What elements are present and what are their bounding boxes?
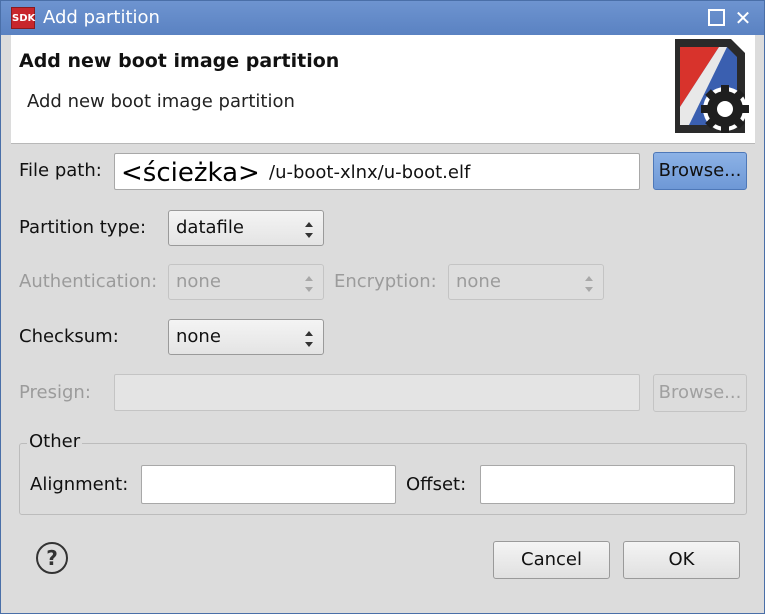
header-banner: Add new boot image partition Add new boo… xyxy=(11,35,755,143)
title-bar[interactable]: SDK Add partition ✕ xyxy=(1,1,764,35)
authentication-value: none xyxy=(176,271,221,292)
checksum-value: none xyxy=(176,326,221,347)
updown-arrows-icon xyxy=(304,218,314,238)
window-title: Add partition xyxy=(43,7,160,28)
alignment-label: Alignment: xyxy=(30,474,129,495)
encryption-label: Encryption: xyxy=(334,271,437,292)
updown-arrows-icon xyxy=(304,327,314,347)
path-placeholder-overlay: <ścieżka> xyxy=(121,158,260,188)
file-path-browse-button[interactable]: Browse... xyxy=(653,152,747,190)
sd-card-gear-icon xyxy=(675,39,749,133)
updown-arrows-icon xyxy=(304,272,314,292)
partition-type-select[interactable]: datafile xyxy=(168,210,324,246)
banner-title: Add new boot image partition xyxy=(19,50,340,72)
maximize-icon[interactable] xyxy=(708,9,725,26)
checksum-label: Checksum: xyxy=(19,326,119,347)
encryption-select[interactable]: none xyxy=(448,264,604,300)
authentication-label: Authentication: xyxy=(19,271,158,292)
checksum-select[interactable]: none xyxy=(168,319,324,355)
help-icon[interactable]: ? xyxy=(36,542,68,574)
alignment-input[interactable] xyxy=(141,465,396,504)
close-icon[interactable]: ✕ xyxy=(734,8,752,28)
ok-button[interactable]: OK xyxy=(623,541,740,579)
offset-label: Offset: xyxy=(406,474,467,495)
add-partition-dialog: SDK Add partition ✕ Add new boot image p… xyxy=(0,0,765,614)
cancel-button[interactable]: Cancel xyxy=(493,541,610,579)
encryption-value: none xyxy=(456,271,501,292)
partition-type-value: datafile xyxy=(176,217,244,238)
updown-arrows-icon xyxy=(584,272,594,292)
offset-input[interactable] xyxy=(480,465,735,504)
banner-separator xyxy=(11,143,755,144)
partition-type-label: Partition type: xyxy=(19,217,147,238)
file-path-value: /u-boot-xlnx/u-boot.elf xyxy=(269,162,471,183)
presign-label: Presign: xyxy=(19,382,91,403)
presign-input[interactable] xyxy=(114,374,640,411)
banner-subtitle: Add new boot image partition xyxy=(27,91,295,112)
other-group-title: Other xyxy=(27,430,83,454)
file-path-label: File path: xyxy=(19,160,102,181)
authentication-select[interactable]: none xyxy=(168,264,324,300)
presign-browse-button[interactable]: Browse... xyxy=(653,374,747,412)
sdk-app-icon: SDK xyxy=(11,7,35,29)
